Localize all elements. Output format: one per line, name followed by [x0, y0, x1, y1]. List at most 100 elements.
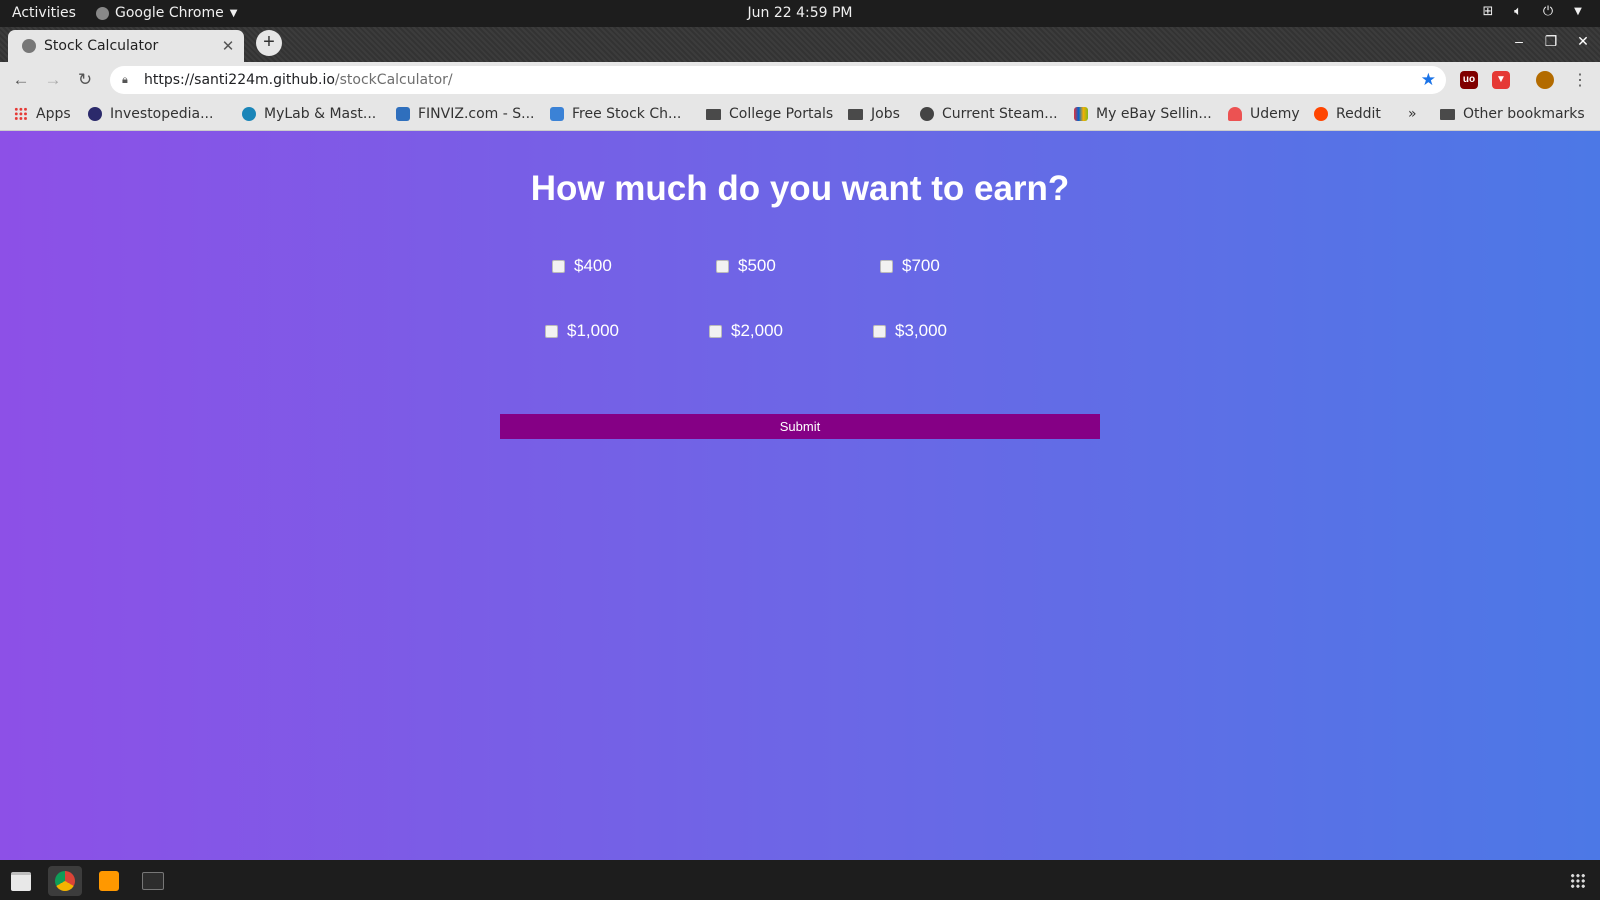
url-host: https://santi224m.github.io [144, 72, 335, 88]
ebay-icon [1074, 107, 1088, 121]
checkbox[interactable] [545, 324, 558, 338]
steam-icon [920, 107, 934, 121]
option-label: $3,000 [895, 321, 947, 340]
app-menu[interactable]: Google Chrome ▼ [96, 5, 237, 21]
bookmark-label: My eBay Sellin... [1096, 106, 1212, 122]
option-400[interactable]: $400 [552, 256, 612, 276]
bookmark-reddit[interactable]: Reddit [1314, 106, 1381, 122]
activities-button[interactable]: Activities [12, 5, 76, 21]
caret-down-icon: ▼ [229, 7, 238, 19]
checkbox[interactable] [716, 259, 729, 273]
folder-icon [1440, 108, 1455, 120]
clock[interactable]: Jun 22 4:59 PM [0, 5, 1600, 21]
option-700[interactable]: $700 [880, 256, 940, 276]
app-menu-label: Google Chrome [115, 5, 224, 21]
overflow-chevron-icon: » [1408, 106, 1417, 122]
chart-icon [550, 107, 564, 121]
bookmark-label: MyLab & Mast... [264, 106, 377, 122]
investopedia-icon [88, 107, 102, 121]
bookmark-current-steam[interactable]: Current Steam... [920, 106, 1058, 122]
option-500[interactable]: $500 [716, 256, 776, 276]
bookmark-udemy[interactable]: Udemy [1228, 106, 1300, 122]
folder-icon [848, 108, 863, 120]
checkbox[interactable] [880, 259, 893, 273]
bookmark-mylab[interactable]: MyLab & Mast... [242, 106, 376, 122]
power-icon[interactable]: ⏻ [1540, 4, 1556, 20]
bookmarks-overflow-button[interactable]: » [1408, 106, 1417, 122]
new-tab-button[interactable]: + [256, 30, 282, 56]
sublime-text-app-icon[interactable] [92, 866, 126, 896]
reload-icon[interactable]: ↻ [74, 69, 96, 91]
bookmark-label: Reddit [1336, 106, 1381, 122]
window-controls: – ❐ ✕ [1512, 33, 1590, 50]
option-label: $2,000 [731, 321, 783, 340]
bookmark-free-stock-charts[interactable]: Free Stock Ch... [550, 106, 681, 122]
tab-title: Stock Calculator [44, 38, 159, 54]
bookmark-label: Free Stock Ch... [572, 106, 682, 122]
checkbox[interactable] [873, 324, 886, 338]
terminal-app-icon[interactable] [136, 866, 170, 896]
option-3000[interactable]: $3,000 [873, 321, 947, 341]
tab-stock-calculator[interactable]: Stock Calculator ✕ [8, 30, 244, 62]
bookmark-star-icon[interactable]: ★ [1421, 70, 1436, 90]
bookmark-label: FINVIZ.com - S... [418, 106, 535, 122]
shield-extension-icon[interactable]: ▼ [1492, 71, 1510, 89]
chrome-app-icon[interactable] [48, 866, 82, 896]
submit-button[interactable]: Submit [500, 414, 1100, 439]
dock [0, 860, 1600, 900]
chrome-small-icon [96, 6, 109, 20]
profile-avatar-icon[interactable] [1536, 71, 1554, 89]
close-tab-icon[interactable]: ✕ [218, 37, 238, 55]
pearson-icon [242, 107, 256, 121]
page-title: How much do you want to earn? [530, 169, 1070, 208]
browser-toolbar: ← → ↻ 🔒︎ https://santi224m.github.io/sto… [0, 62, 1600, 98]
option-label: $1,000 [567, 321, 619, 340]
option-label: $400 [574, 256, 612, 275]
bookmark-apps[interactable]: Apps [14, 106, 71, 122]
forward-icon[interactable]: → [42, 69, 64, 91]
caret-down-icon[interactable]: ▼ [1570, 4, 1586, 20]
chrome-menu-icon[interactable]: ⋮ [1572, 70, 1588, 90]
volume-icon[interactable]: 🔈︎ [1510, 4, 1526, 20]
folder-icon [706, 108, 721, 120]
bookmark-label: Current Steam... [942, 106, 1058, 122]
bookmark-label: Other bookmarks [1463, 106, 1585, 122]
restore-icon[interactable]: ❐ [1544, 33, 1558, 50]
option-label: $500 [738, 256, 776, 275]
checkbox[interactable] [552, 259, 565, 273]
bookmarks-bar: Apps Investopedia... MyLab & Mast... FIN… [0, 98, 1600, 131]
globe-icon [22, 39, 36, 53]
checkbox[interactable] [709, 324, 722, 338]
tab-strip: Stock Calculator ✕ [0, 27, 1600, 62]
other-bookmarks[interactable]: Other bookmarks [1440, 106, 1585, 122]
bookmark-label: Jobs [871, 106, 900, 122]
address-bar[interactable]: 🔒︎ https://santi224m.github.io/stockCalc… [110, 66, 1446, 94]
minimize-icon[interactable]: – [1512, 33, 1526, 50]
bookmark-label: Apps [36, 106, 71, 122]
bookmark-label: College Portals [729, 106, 834, 122]
bookmark-college-portals[interactable]: College Portals [706, 106, 833, 122]
ublock-extension-icon[interactable]: uo [1460, 71, 1478, 89]
bookmark-finviz[interactable]: FINVIZ.com - S... [396, 106, 535, 122]
option-2000[interactable]: $2,000 [709, 321, 783, 341]
bookmark-ebay[interactable]: My eBay Sellin... [1074, 106, 1212, 122]
bookmark-label: Investopedia... [110, 106, 214, 122]
page-content: How much do you want to earn? $400 $500 … [0, 131, 1600, 860]
network-icon[interactable]: ⊞ [1480, 4, 1496, 20]
system-tray[interactable]: ⊞ 🔈︎ ⏻ ▼ [1480, 4, 1586, 20]
back-icon[interactable]: ← [10, 69, 32, 91]
option-1000[interactable]: $1,000 [545, 321, 619, 341]
show-applications-icon[interactable] [1570, 873, 1586, 889]
udemy-icon [1228, 107, 1242, 121]
apps-grid-icon [14, 107, 28, 121]
lock-icon: 🔒︎ [122, 73, 128, 86]
files-app-icon[interactable] [4, 866, 38, 896]
reddit-icon [1314, 107, 1328, 121]
close-window-icon[interactable]: ✕ [1576, 33, 1590, 50]
finviz-icon [396, 107, 410, 121]
url-path: /stockCalculator/ [334, 72, 453, 88]
system-top-bar: Activities Google Chrome ▼ Jun 22 4:59 P… [0, 0, 1600, 27]
bookmark-label: Udemy [1250, 106, 1300, 122]
bookmark-jobs[interactable]: Jobs [848, 106, 900, 122]
bookmark-investopedia[interactable]: Investopedia... [88, 106, 213, 122]
